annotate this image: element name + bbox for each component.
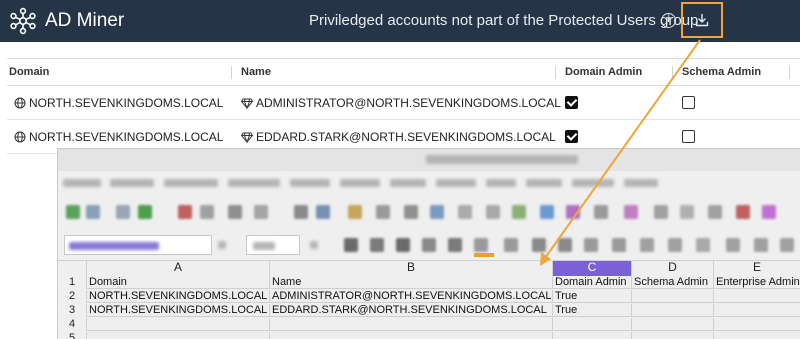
column-letter-c[interactable]: C <box>553 261 632 276</box>
row-number[interactable]: 3 <box>58 304 87 317</box>
spreadsheet-row: 4 <box>58 318 800 331</box>
sheet-cell[interactable] <box>632 318 714 331</box>
download-button[interactable] <box>681 2 723 38</box>
row-number[interactable]: 2 <box>58 290 87 303</box>
column-divider[interactable] <box>789 66 790 79</box>
sheet-cell[interactable]: True <box>553 290 632 303</box>
domain-admin-cell <box>565 86 578 119</box>
table-row[interactable]: NORTH.SEVENKINGDOMS.LOCAL ADMINISTRATOR@… <box>7 86 800 120</box>
name-text[interactable]: EDDARD.STARK@NORTH.SEVENKINGDOMS.LOCAL <box>256 130 556 144</box>
column-letter-e[interactable]: E <box>714 261 800 276</box>
spreadsheet-title-bar <box>58 149 800 171</box>
sheet-cell[interactable]: Enterprise Admin <box>714 276 800 289</box>
spreadsheet-format-toolbar[interactable] <box>58 229 800 261</box>
name-cell: ADMINISTRATOR@NORTH.SEVENKINGDOMS.LOCAL <box>241 86 561 119</box>
top-bar: AD Miner Priviledged accounts not part o… <box>0 0 800 42</box>
column-letter-a[interactable]: A <box>87 261 270 276</box>
sheet-cell[interactable]: NORTH.SEVENKINGDOMS.LOCAL <box>87 290 270 303</box>
row-number[interactable]: 4 <box>58 318 87 331</box>
schema-admin-checkbox[interactable] <box>682 130 695 143</box>
font-name-box[interactable] <box>64 235 212 255</box>
column-letter-d[interactable]: D <box>632 261 714 276</box>
sheet-cell[interactable] <box>270 318 553 331</box>
download-icon <box>695 13 709 27</box>
globe-icon <box>14 97 26 108</box>
domain-admin-checkbox[interactable] <box>565 96 578 109</box>
table-header-row: Domain Name Domain Admin Schema Admin <box>7 59 800 86</box>
highlight-color-swatch <box>474 253 494 257</box>
sheet-cell[interactable] <box>553 318 632 331</box>
sheet-cell[interactable]: Domain Admin <box>553 276 632 289</box>
diamond-icon <box>241 132 253 143</box>
column-header-name[interactable]: Name <box>241 59 271 85</box>
sheet-cell[interactable] <box>714 318 800 331</box>
domain-cell: NORTH.SEVENKINGDOMS.LOCAL <box>14 86 223 119</box>
globe-icon <box>14 131 26 142</box>
sheet-cell[interactable]: Domain <box>87 276 270 289</box>
select-all-corner[interactable] <box>58 261 87 276</box>
ad-miner-logo-icon <box>10 7 36 35</box>
sheet-cell[interactable]: EDDARD.STARK@NORTH.SEVENKINGDOMS.LOCAL <box>270 304 553 317</box>
info-icon[interactable]: i <box>661 13 676 28</box>
spreadsheet-menu-bar[interactable] <box>58 171 800 193</box>
sheet-cell[interactable] <box>87 318 270 331</box>
accounts-table-area: Domain Name Domain Admin Schema Admin NO… <box>0 42 800 154</box>
column-header-schema-admin[interactable]: Schema Admin <box>682 59 761 85</box>
accounts-table: Domain Name Domain Admin Schema Admin NO… <box>7 58 800 154</box>
sheet-cell[interactable]: Name <box>270 276 553 289</box>
sheet-cell[interactable] <box>632 290 714 303</box>
spreadsheet-row: 2 NORTH.SEVENKINGDOMS.LOCAL ADMINISTRATO… <box>58 290 800 303</box>
column-header-domain-admin[interactable]: Domain Admin <box>565 59 642 85</box>
sheet-cell[interactable] <box>714 290 800 303</box>
column-divider[interactable] <box>672 66 673 79</box>
sheet-cell[interactable]: True <box>553 304 632 317</box>
column-header-domain[interactable]: Domain <box>9 59 49 85</box>
font-size-box[interactable] <box>246 235 300 255</box>
column-letter-row: A B C D E <box>58 261 800 276</box>
sheet-cell[interactable]: ADMINISTRATOR@NORTH.SEVENKINGDOMS.LOCAL <box>270 290 553 303</box>
domain-text: NORTH.SEVENKINGDOMS.LOCAL <box>29 129 224 144</box>
sheet-cell[interactable] <box>270 332 553 339</box>
spreadsheet-row: 3 NORTH.SEVENKINGDOMS.LOCAL EDDARD.STARK… <box>58 304 800 317</box>
sheet-cell[interactable] <box>87 332 270 339</box>
spreadsheet-row: 5 <box>58 332 800 339</box>
schema-admin-cell <box>682 86 695 119</box>
app-name: AD Miner <box>45 10 125 31</box>
schema-admin-checkbox[interactable] <box>682 96 695 109</box>
name-text[interactable]: ADMINISTRATOR@NORTH.SEVENKINGDOMS.LOCAL <box>256 96 561 110</box>
sheet-cell[interactable]: NORTH.SEVENKINGDOMS.LOCAL <box>87 304 270 317</box>
diamond-icon <box>241 98 253 109</box>
spreadsheet-toolbar[interactable] <box>58 193 800 229</box>
row-number[interactable]: 1 <box>58 276 87 289</box>
page-title: Priviledged accounts not part of the Pro… <box>309 12 699 29</box>
sheet-cell[interactable] <box>632 304 714 317</box>
spreadsheet-window: A B C D E 1 Domain Name Domain Admin Sch… <box>57 148 800 339</box>
column-divider[interactable] <box>231 66 232 79</box>
sheet-cell[interactable] <box>553 332 632 339</box>
domain-text: NORTH.SEVENKINGDOMS.LOCAL <box>29 95 224 110</box>
column-divider[interactable] <box>555 66 556 79</box>
sheet-cell[interactable] <box>714 332 800 339</box>
column-letter-b[interactable]: B <box>270 261 553 276</box>
row-number[interactable]: 5 <box>58 332 87 339</box>
spreadsheet-row: 1 Domain Name Domain Admin Schema Admin … <box>58 276 800 289</box>
sheet-cell[interactable]: Schema Admin <box>632 276 714 289</box>
domain-admin-checkbox[interactable] <box>565 130 578 143</box>
sheet-cell[interactable] <box>632 332 714 339</box>
sheet-cell[interactable] <box>714 304 800 317</box>
